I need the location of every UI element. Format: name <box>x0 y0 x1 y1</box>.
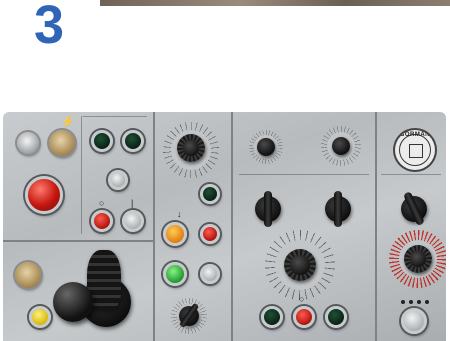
circle-symbol: ○ <box>99 198 105 208</box>
selector-switch[interactable] <box>178 303 200 329</box>
key-switch[interactable] <box>17 132 39 154</box>
key-switch-brass[interactable] <box>49 130 75 156</box>
selector-switch[interactable] <box>255 191 281 227</box>
arrow-down-icon: ↓ <box>177 209 182 219</box>
manufacturer-logo: BORMAN <box>395 130 435 170</box>
selector-handle <box>333 191 343 227</box>
small-knob[interactable] <box>257 138 275 156</box>
pipe-symbol: | <box>131 198 134 208</box>
brass-knob[interactable] <box>15 262 41 288</box>
step-number: 3 <box>34 0 65 55</box>
section-line <box>81 116 82 234</box>
green-button[interactable] <box>325 306 347 328</box>
amber-indicator-button[interactable] <box>163 222 187 246</box>
machine-control-panel: ⚡ ○ | ↓ ○ BORMAN <box>3 112 446 341</box>
speed-knob[interactable] <box>284 249 316 281</box>
joystick-knob[interactable] <box>53 282 93 322</box>
white-button[interactable] <box>401 308 427 334</box>
rotary-knob[interactable] <box>177 134 205 162</box>
red-button[interactable] <box>91 210 113 232</box>
green-button[interactable] <box>91 130 113 152</box>
green-button[interactable] <box>122 130 144 152</box>
emergency-stop-button[interactable] <box>25 176 63 214</box>
section-line <box>83 116 147 117</box>
green-button[interactable] <box>261 306 283 328</box>
green-indicator-button[interactable] <box>163 262 187 286</box>
indicator-dot <box>409 300 413 304</box>
white-button[interactable] <box>200 264 220 284</box>
circle-symbol: ○ <box>299 294 305 304</box>
panel-seam <box>375 112 377 341</box>
small-knob[interactable] <box>332 137 350 155</box>
selector-handle <box>263 191 273 227</box>
panel-seam <box>231 112 233 341</box>
red-button[interactable] <box>200 224 220 244</box>
logo-square <box>409 144 423 158</box>
yellow-button[interactable] <box>29 306 51 328</box>
section-line <box>239 174 369 175</box>
section-line <box>381 174 441 175</box>
panel-seam <box>153 112 155 341</box>
feed-knob[interactable] <box>404 245 432 273</box>
panel-seam <box>3 240 153 242</box>
white-button[interactable] <box>122 210 144 232</box>
red-button[interactable] <box>293 306 315 328</box>
indicator-dot <box>425 300 429 304</box>
selector-switch[interactable] <box>401 191 427 227</box>
indicator-dot <box>417 300 421 304</box>
top-photo-strip <box>100 0 450 6</box>
logo-text: BORMAN <box>400 132 430 138</box>
lightning-icon: ⚡ <box>61 116 75 128</box>
indicator-dot <box>401 300 405 304</box>
green-button[interactable] <box>200 184 220 204</box>
white-button[interactable] <box>108 170 128 190</box>
selector-switch[interactable] <box>325 191 351 227</box>
